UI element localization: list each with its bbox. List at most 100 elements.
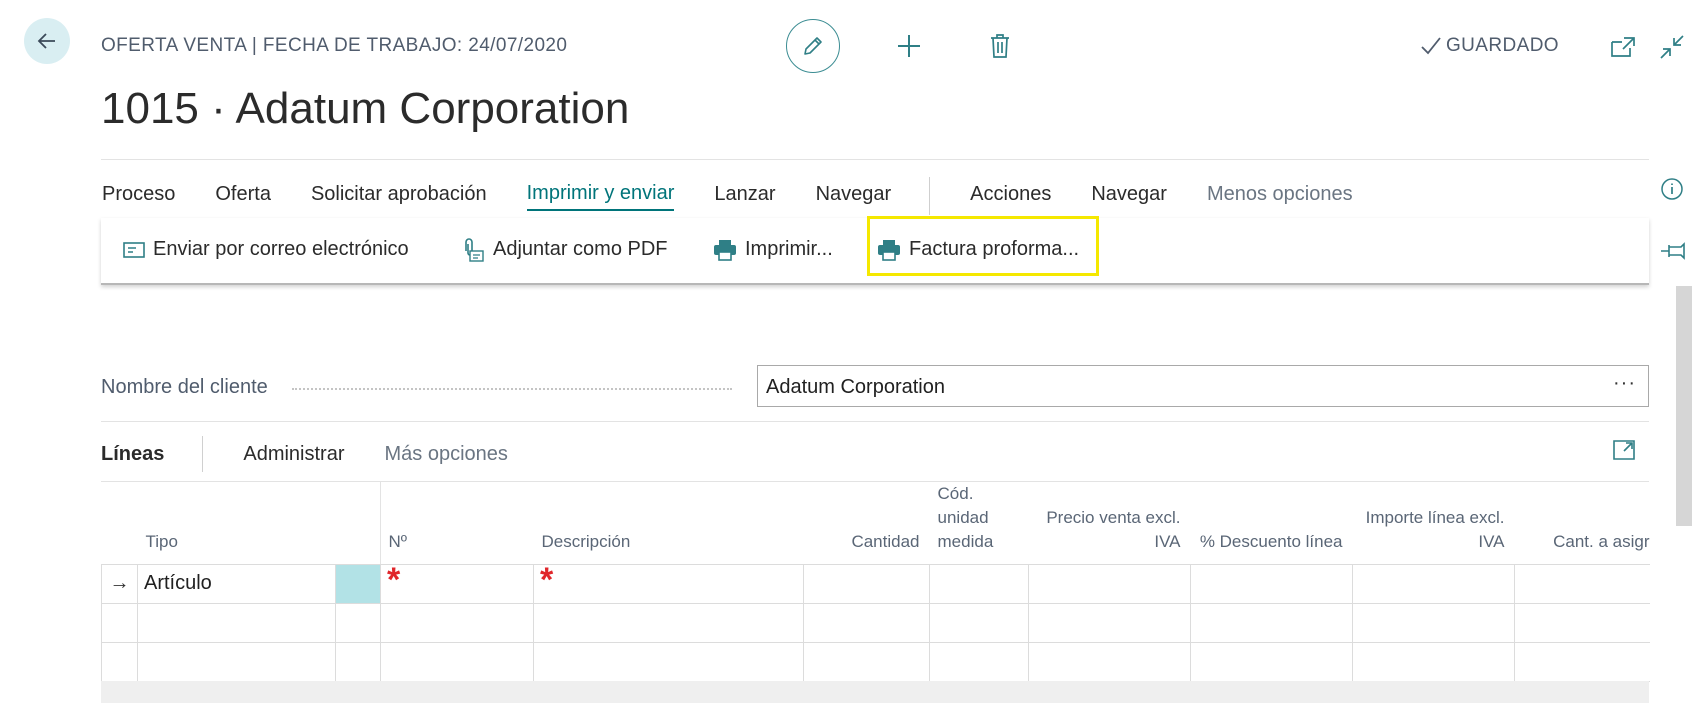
assign-qty-cell[interactable]: [1514, 641, 1650, 682]
type-cell[interactable]: [137, 641, 336, 682]
header-divider: [101, 159, 1649, 160]
menu-item-proceso[interactable]: Proceso: [102, 183, 175, 210]
table-row[interactable]: [101, 641, 1650, 682]
lines-grid: Tipo Nº Descripción Cantidad Cód. unidad…: [101, 481, 1650, 682]
field-leader-dots: [292, 388, 732, 390]
delete-button[interactable]: [983, 29, 1017, 63]
row-indicator: →: [101, 563, 138, 604]
vertical-scrollbar[interactable]: [1676, 286, 1692, 526]
save-status-label: GUARDADO: [1446, 35, 1559, 56]
back-button[interactable]: [24, 18, 70, 64]
info-icon: [1661, 178, 1683, 200]
amount-cell[interactable]: [1352, 641, 1516, 682]
print-label: Imprimir...: [745, 238, 833, 260]
quantity-cell[interactable]: [803, 563, 931, 604]
lines-title: Líneas: [101, 442, 165, 465]
page-caption: OFERTA VENTA | FECHA DE TRABAJO: 24/07/2…: [101, 35, 568, 56]
pin-icon: [1661, 242, 1685, 260]
section-divider: [101, 421, 1649, 422]
quantity-cell[interactable]: [803, 641, 931, 682]
menu-item-lanzar[interactable]: Lanzar: [714, 183, 775, 210]
lines-tab-mas-opciones[interactable]: Más opciones: [385, 443, 508, 466]
menu-item-navegar[interactable]: Navegar: [816, 183, 892, 210]
assign-qty-cell[interactable]: [1514, 602, 1650, 643]
type-cell[interactable]: Artículo: [137, 563, 336, 604]
column-header-descripcion[interactable]: Descripción: [534, 481, 804, 564]
expand-icon: [1613, 440, 1635, 460]
price-cell[interactable]: [1028, 563, 1192, 604]
column-header-importe-linea[interactable]: Importe línea excl. IVA: [1353, 481, 1515, 564]
customer-lookup-button[interactable]: ···: [1613, 372, 1636, 395]
description-cell[interactable]: [533, 641, 805, 682]
unit-cell[interactable]: [929, 602, 1030, 643]
price-cell[interactable]: [1028, 641, 1192, 682]
customer-name-label: Nombre del cliente: [101, 376, 268, 398]
column-header-cantidad[interactable]: Cantidad: [804, 481, 930, 564]
quantity-cell[interactable]: [803, 602, 931, 643]
send-email-action[interactable]: Enviar por correo electrónico: [123, 218, 409, 281]
discount-cell[interactable]: [1190, 563, 1354, 604]
expand-lines-button[interactable]: [1612, 439, 1636, 466]
discount-cell[interactable]: [1190, 641, 1354, 682]
highlight-box: [867, 216, 1099, 276]
grid-frozen-divider: [380, 481, 381, 564]
pin-action-bar-button[interactable]: [1660, 241, 1686, 266]
column-header-cant-asignar[interactable]: Cant. a asigr: [1515, 481, 1649, 564]
no-cell[interactable]: [380, 641, 535, 682]
unit-cell[interactable]: [929, 641, 1030, 682]
customer-name-value: Adatum Corporation: [766, 376, 945, 398]
send-email-label: Enviar por correo electrónico: [153, 238, 409, 260]
column-header-no[interactable]: Nº: [381, 481, 534, 564]
amount-cell[interactable]: [1352, 602, 1516, 643]
menu-item-oferta[interactable]: Oferta: [215, 183, 271, 210]
action-menu: Proceso Oferta Solicitar aprobación Impr…: [102, 177, 1393, 215]
table-row[interactable]: [101, 602, 1650, 643]
description-cell[interactable]: [533, 602, 805, 643]
type-lookup-cell[interactable]: [334, 641, 382, 682]
column-header-descuento[interactable]: % Descuento línea: [1191, 481, 1353, 564]
lines-tab-administrar[interactable]: Administrar: [243, 443, 344, 466]
trash-icon: [991, 34, 1009, 58]
collapse-button[interactable]: [1655, 30, 1689, 64]
no-cell[interactable]: *: [380, 561, 535, 604]
customer-name-input[interactable]: Adatum Corporation ···: [757, 365, 1649, 407]
checkmark-icon: [1421, 37, 1441, 55]
grid-header-row: Tipo Nº Descripción Cantidad Cód. unidad…: [102, 481, 1650, 564]
discount-cell[interactable]: [1190, 602, 1354, 643]
open-new-window-button[interactable]: [1606, 30, 1640, 64]
edit-button[interactable]: [786, 19, 840, 73]
grid-footer: [101, 681, 1649, 703]
type-cell[interactable]: [137, 602, 336, 643]
column-header-precio-venta[interactable]: Precio venta excl. IVA: [1029, 481, 1191, 564]
amount-cell[interactable]: [1352, 563, 1516, 604]
assign-qty-cell[interactable]: [1514, 563, 1650, 604]
column-header-unidad-medida[interactable]: Cód. unidad medida: [930, 481, 1029, 564]
menu-item-acciones[interactable]: Acciones: [970, 183, 1051, 210]
lines-toolbar: Líneas Administrar Más opciones: [101, 436, 548, 472]
description-cell[interactable]: *: [533, 563, 805, 604]
no-cell[interactable]: [380, 602, 535, 643]
menu-item-imprimir-y-enviar[interactable]: Imprimir y enviar: [526, 182, 675, 211]
printer-icon: [714, 239, 736, 261]
new-button[interactable]: [892, 29, 926, 63]
table-row[interactable]: → Artículo * *: [101, 561, 1650, 604]
column-header-tipo[interactable]: Tipo: [138, 481, 381, 564]
required-asterisk: *: [387, 561, 401, 599]
unit-cell[interactable]: [929, 563, 1030, 604]
collapse-icon: [1660, 35, 1684, 59]
info-button[interactable]: [1660, 177, 1684, 206]
print-action[interactable]: Imprimir...: [713, 218, 833, 281]
type-lookup-cell[interactable]: [334, 563, 382, 604]
menu-separator: [929, 177, 931, 215]
attach-pdf-action[interactable]: Adjuntar como PDF: [461, 218, 668, 281]
menu-item-menos-opciones[interactable]: Menos opciones: [1207, 183, 1353, 210]
email-icon: [123, 241, 145, 258]
menu-item-navegar-secondary[interactable]: Navegar: [1091, 183, 1167, 210]
attach-pdf-icon: [465, 237, 484, 262]
lines-separator: [202, 436, 204, 472]
plus-icon: [898, 35, 920, 57]
type-lookup-cell[interactable]: [334, 602, 382, 643]
menu-item-solicitar-aprobacion[interactable]: Solicitar aprobación: [311, 183, 487, 210]
price-cell[interactable]: [1028, 602, 1192, 643]
pencil-icon: [804, 37, 822, 55]
